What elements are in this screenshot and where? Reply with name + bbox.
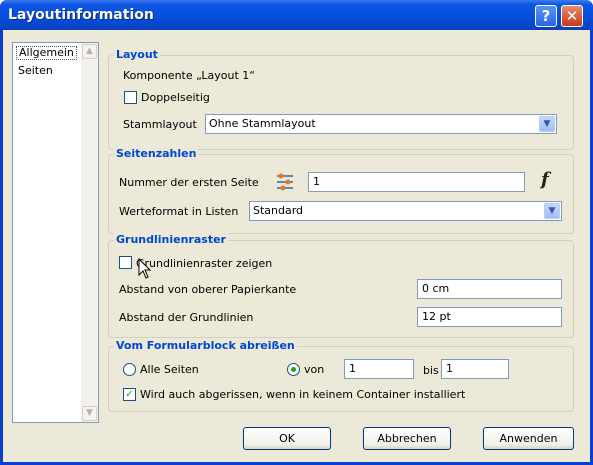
nav-list[interactable]: Allgemein Seiten ▲ ▼ — [12, 42, 99, 423]
grundlinien-checkbox[interactable] — [119, 256, 132, 269]
container-label: Wird auch abgerissen, wenn in keinem Con… — [140, 388, 466, 401]
layout-group: Layout Komponente „Layout 1“ Doppelseiti… — [108, 48, 574, 150]
nav-item-seiten[interactable]: Seiten — [16, 64, 55, 78]
container-checkbox[interactable]: ✓ — [123, 388, 136, 401]
seitenzahlen-group: Seitenzahlen Nummer der ersten Seite 1 f… — [108, 147, 574, 234]
von-input[interactable]: 1 — [344, 359, 414, 379]
mouse-cursor-icon — [138, 258, 152, 279]
abstand-linien-label: Abstand der Grundlinien — [119, 311, 254, 324]
seitenzahlen-group-title: Seitenzahlen — [114, 147, 199, 160]
title-bar[interactable]: Layoutinformation ? ✕ — [0, 0, 593, 30]
alle-seiten-label: Alle Seiten — [140, 363, 199, 376]
grundlinien-group: Grundlinienraster Grundlinienraster zeig… — [108, 233, 574, 338]
ok-button[interactable]: OK — [243, 427, 331, 450]
window-title: Layoutinformation — [8, 7, 154, 23]
stammlayout-value: Ohne Stammlayout — [209, 117, 316, 130]
von-radio[interactable] — [287, 363, 300, 376]
apply-button[interactable]: Anwenden — [483, 427, 574, 450]
bis-input[interactable]: 1 — [441, 359, 509, 379]
alle-seiten-radio[interactable] — [123, 363, 136, 376]
abstand-oben-label: Abstand von oberer Papierkante — [119, 283, 297, 296]
nav-scrollbar[interactable]: ▲ ▼ — [81, 43, 98, 422]
grundlinien-group-title: Grundlinienraster — [114, 233, 228, 246]
chevron-down-icon[interactable]: ▼ — [544, 203, 560, 219]
von-label: von — [304, 363, 325, 376]
abstand-oben-input[interactable]: 0 cm — [417, 279, 562, 299]
dialog-client: Allgemein Seiten ▲ ▼ Layout Komponente „… — [3, 30, 590, 462]
help-button[interactable]: ? — [535, 5, 557, 27]
layout-group-title: Layout — [114, 48, 160, 61]
erste-seite-label: Nummer der ersten Seite — [119, 176, 259, 189]
nav-item-allgemein[interactable]: Allgemein — [16, 46, 77, 60]
bis-label: bis — [423, 364, 439, 377]
formularblock-group-title: Vom Formularblock abreißen — [114, 339, 297, 352]
close-button[interactable]: ✕ — [561, 5, 583, 27]
dialog-window: Layoutinformation ? ✕ Allgemein Seiten ▲… — [0, 0, 593, 465]
formularblock-group: Vom Formularblock abreißen Alle Seiten v… — [108, 339, 574, 412]
abstand-linien-input[interactable]: 12 pt — [417, 307, 562, 327]
cancel-button[interactable]: Abbrechen — [363, 427, 451, 450]
stammlayout-select[interactable]: Ohne Stammlayout ▼ — [205, 114, 557, 134]
stammlayout-label: Stammlayout — [123, 118, 197, 131]
sliders-icon[interactable] — [275, 172, 295, 192]
doppelseitig-checkbox[interactable] — [124, 91, 137, 104]
grundlinien-label: Grundlinienraster zeigen — [136, 257, 273, 270]
function-icon[interactable]: f — [541, 169, 549, 190]
erste-seite-input[interactable]: 1 — [308, 172, 525, 192]
werteformat-label: Werteformat in Listen — [119, 205, 239, 218]
komponente-text: Komponente „Layout 1“ — [123, 69, 256, 82]
scroll-down-icon[interactable]: ▼ — [82, 406, 97, 421]
doppelseitig-label: Doppelseitig — [141, 91, 210, 104]
chevron-down-icon[interactable]: ▼ — [539, 116, 555, 132]
werteformat-select[interactable]: Standard ▼ — [249, 201, 562, 221]
scroll-up-icon[interactable]: ▲ — [82, 44, 97, 59]
werteformat-value: Standard — [253, 204, 304, 217]
